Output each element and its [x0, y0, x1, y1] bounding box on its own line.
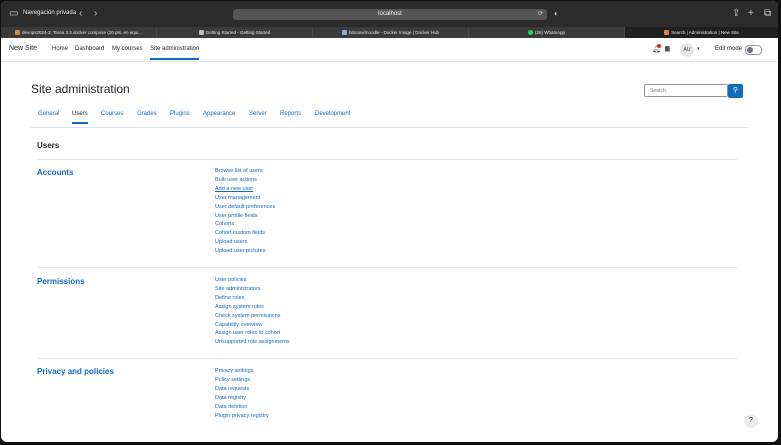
new-tab-icon[interactable]: + [748, 8, 754, 20]
link-data-deletion[interactable]: Data deletion [215, 403, 269, 412]
section-heading: Users [37, 141, 60, 150]
notification-badge [657, 44, 661, 48]
address-bar[interactable]: localhost ⟳ [233, 9, 547, 20]
link-user-default-preferences[interactable]: User default preferences [215, 203, 275, 212]
tab-grades[interactable]: Grades [137, 111, 157, 117]
share-icon[interactable]: ⇪ [732, 8, 740, 20]
browser-tab-active[interactable]: Search | Administration | New Site [625, 27, 778, 38]
edit-mode-label: Edit mode [715, 46, 743, 52]
chevron-left-icon[interactable]: ‹ [79, 8, 82, 20]
link-policy-settings[interactable]: Policy settings [215, 376, 269, 385]
tab-label: bitnami/moodle - Docker Image | Docker H… [349, 30, 439, 35]
tab-reports[interactable]: Reports [280, 111, 301, 117]
nav-dashboard[interactable]: Dashboard [75, 46, 104, 52]
docker-hub-favicon-icon [342, 30, 348, 36]
link-assign-roles-to-cohort[interactable]: Assign user roles to cohort [215, 329, 290, 338]
tab-server[interactable]: Server [249, 111, 267, 117]
chevron-right-icon[interactable]: › [94, 8, 97, 20]
message-icon[interactable]: ▆ [665, 45, 670, 52]
link-capability-overview[interactable]: Capability overview [215, 321, 290, 330]
search-button[interactable]: ⚲ [728, 84, 743, 98]
tab-courses[interactable]: Courses [101, 111, 123, 117]
search-input[interactable]: Search [644, 84, 728, 97]
permissions-links: User policies Site administrators Define… [215, 276, 290, 347]
link-site-administrators[interactable]: Site administrators [215, 285, 290, 294]
link-bulk-user-actions[interactable]: Bulk user actions [215, 176, 275, 185]
sidebar-toggle-icon[interactable]: ▭ [9, 8, 18, 20]
moodle-favicon-icon [15, 30, 20, 36]
link-check-system-permissions[interactable]: Check system permissions [215, 312, 290, 321]
site-brand[interactable]: New Site [9, 45, 37, 52]
nav-home[interactable]: Home [52, 46, 68, 52]
link-plugin-privacy-registry[interactable]: Plugin privacy registry [215, 412, 269, 421]
help-button[interactable]: ? [744, 414, 758, 428]
browser-tab[interactable]: devops2024-3: Tarea 3.3 docker compose (… [1, 27, 157, 38]
group-title-accounts[interactable]: Accounts [37, 168, 73, 177]
private-browsing-label: Navegación privada [23, 10, 77, 16]
admin-tabs: General Users Courses Grades Plugins App… [31, 109, 748, 128]
link-cohorts[interactable]: Cohorts [215, 220, 275, 229]
tab-users[interactable]: Users [72, 111, 88, 124]
tab-development[interactable]: Development [315, 111, 350, 117]
link-add-new-user[interactable]: Add a new user [215, 185, 275, 194]
browser-toolbar: ▭ Navegación privada ‹ › localhost ⟳ ◐ ⇪… [1, 1, 778, 27]
link-define-roles[interactable]: Define roles [215, 294, 290, 303]
browser-tab[interactable]: Getting Started - Getting Started [157, 27, 313, 38]
divider [37, 159, 737, 160]
tab-label: Getting Started - Getting Started [205, 30, 271, 35]
tab-appearance[interactable]: Appearance [203, 111, 235, 117]
link-user-management[interactable]: User management [215, 194, 275, 203]
nav-site-administration[interactable]: Site administration [150, 46, 200, 60]
avatar[interactable]: AU [680, 43, 694, 57]
group-title-permissions[interactable]: Permissions [37, 277, 85, 286]
link-cohort-custom-fields[interactable]: Cohort custom fields [215, 229, 275, 238]
privacy-links: Privacy settings Policy settings Data re… [215, 367, 269, 420]
tab-bar: devops2024-3: Tarea 3.3 docker compose (… [1, 27, 778, 38]
link-assign-system-roles[interactable]: Assign system roles [215, 303, 290, 312]
divider [37, 358, 737, 359]
link-upload-user-pictures[interactable]: Upload user pictures [215, 247, 275, 256]
tab-plugins[interactable]: Plugins [170, 111, 190, 117]
link-browse-users[interactable]: Browse list of users [215, 167, 275, 176]
page-title: Site administration [31, 82, 130, 96]
link-data-requests[interactable]: Data requests [215, 385, 269, 394]
tab-label: Search | Administration | New Site [671, 30, 739, 35]
reload-icon[interactable]: ⟳ [538, 9, 543, 20]
nav-my-courses[interactable]: My courses [112, 46, 143, 52]
tab-general[interactable]: General [38, 111, 59, 117]
toggle-knob [747, 47, 753, 53]
shield-icon[interactable]: ◐ [554, 8, 559, 20]
link-privacy-settings[interactable]: Privacy settings [215, 367, 269, 376]
whatsapp-favicon-icon [527, 30, 533, 36]
browser-tab[interactable]: bitnami/moodle - Docker Image | Docker H… [313, 27, 469, 38]
site-navbar: New Site Home Dashboard My courses Site … [1, 38, 778, 62]
divider [37, 267, 737, 268]
browser-window: ▭ Navegación privada ‹ › localhost ⟳ ◐ ⇪… [1, 1, 778, 442]
link-upload-users[interactable]: Upload users [215, 238, 275, 247]
chevron-down-icon[interactable]: ▾ [697, 46, 700, 52]
link-user-policies[interactable]: User policies [215, 276, 290, 285]
link-user-profile-fields[interactable]: User profile fields [215, 212, 275, 221]
tab-label: devops2024-3: Tarea 3.3 docker compose (… [22, 30, 142, 35]
group-title-privacy[interactable]: Privacy and policies [37, 367, 114, 376]
tab-label: (26) WhatsApp [534, 30, 565, 35]
link-data-registry[interactable]: Data registry [215, 394, 269, 403]
link-unsupported-role-assignments[interactable]: Unsupported role assignments [215, 338, 290, 347]
browser-tab[interactable]: (26) WhatsApp [469, 27, 625, 38]
tab-overview-icon[interactable]: ⧉ [764, 8, 771, 20]
search-icon: ⚲ [732, 87, 739, 94]
moodle-favicon-icon [664, 30, 670, 36]
docker-favicon-icon [198, 30, 204, 36]
accounts-links: Browse list of users Bulk user actions A… [215, 167, 275, 256]
url-text: localhost [378, 11, 402, 17]
edit-mode-toggle[interactable] [745, 45, 762, 55]
